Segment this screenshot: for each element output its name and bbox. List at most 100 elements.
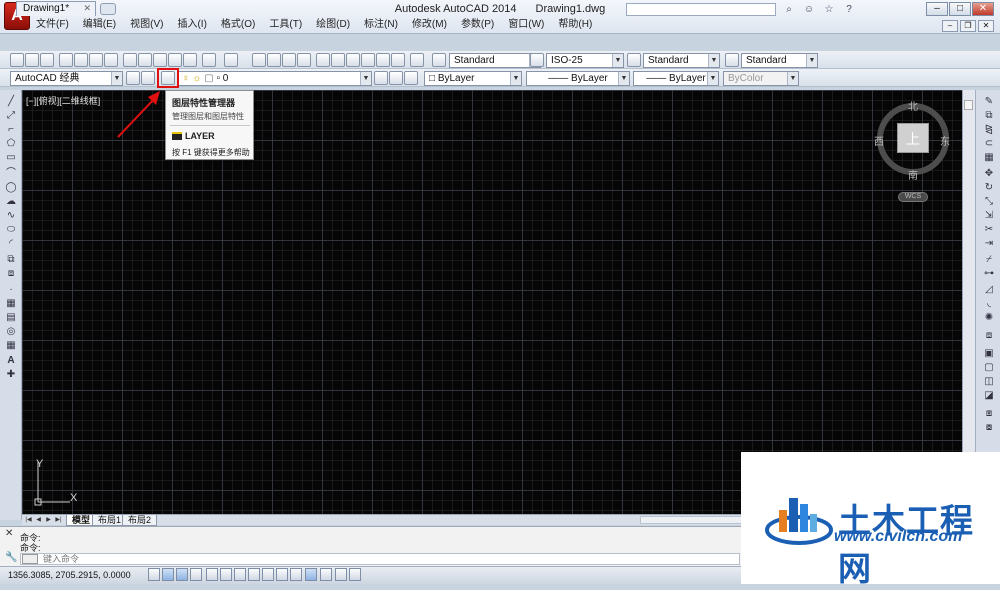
circle-icon[interactable]: ◯	[4, 182, 18, 194]
save-icon[interactable]	[40, 53, 54, 67]
layer-thaw-icon[interactable]: ☼	[192, 73, 201, 84]
explode-icon[interactable]: ✺	[982, 312, 996, 324]
menu-dimension[interactable]: 标注(N)	[364, 18, 398, 32]
doc-minimize-button[interactable]: –	[942, 20, 958, 32]
zoom-previous-icon[interactable]	[297, 53, 311, 67]
region-icon[interactable]: ◎	[4, 326, 18, 338]
otrack-toggle[interactable]	[248, 568, 260, 581]
tab-drawing1[interactable]: Drawing1* ✕	[16, 1, 96, 16]
send-back-icon[interactable]: ▢	[982, 362, 996, 374]
trim-icon[interactable]: ✂	[982, 224, 996, 236]
sheet-set-icon[interactable]	[361, 53, 375, 67]
layer-on-icon[interactable]: ♀	[182, 73, 190, 84]
mirror-icon[interactable]: ⧎	[982, 124, 996, 136]
wrench-icon[interactable]: 🔧	[5, 552, 17, 563]
break-icon[interactable]: ⌿	[982, 254, 996, 266]
ducs-toggle[interactable]	[262, 568, 274, 581]
close-button[interactable]: ✕	[972, 2, 994, 16]
fillet-icon[interactable]: ◟	[982, 298, 996, 310]
menu-tools[interactable]: 工具(T)	[269, 18, 302, 32]
user-icon[interactable]: ☺	[802, 3, 816, 16]
point-icon[interactable]: ·	[4, 284, 18, 296]
properties-icon[interactable]	[316, 53, 330, 67]
ellipse-icon[interactable]: ⬭	[4, 224, 18, 236]
text-style-icon[interactable]	[432, 53, 446, 67]
open-file-icon[interactable]	[25, 53, 39, 67]
search-icon[interactable]: ⌕	[782, 3, 796, 16]
tool-palettes-icon[interactable]	[346, 53, 360, 67]
3d-print-icon[interactable]	[104, 53, 118, 67]
redo-icon[interactable]	[224, 53, 238, 67]
extend-icon[interactable]: ⇥	[982, 238, 996, 250]
polar-toggle[interactable]	[206, 568, 218, 581]
command-close-icon[interactable]: ✕	[5, 528, 13, 539]
menu-insert[interactable]: 插入(I)	[177, 18, 206, 32]
customize-icon[interactable]	[141, 71, 155, 85]
grid-toggle[interactable]	[176, 568, 188, 581]
new-tab-button[interactable]	[100, 3, 116, 15]
menu-view[interactable]: 视图(V)	[130, 18, 163, 32]
recent-commands-icon[interactable]	[22, 554, 38, 564]
gradient-icon[interactable]: ▤	[4, 312, 18, 324]
undo-icon[interactable]	[202, 53, 216, 67]
doc-restore-button[interactable]: ❐	[960, 20, 976, 32]
dim-style-icon[interactable]	[530, 53, 544, 67]
line-icon[interactable]: ╱	[4, 96, 18, 108]
plot-icon[interactable]	[59, 53, 73, 67]
vertical-scrollbar[interactable]	[962, 90, 975, 514]
cursor-coordinates[interactable]: 1356.3085, 2705.2915, 0.0000	[8, 570, 131, 580]
multiline-text-icon[interactable]: A	[4, 355, 18, 367]
menu-file[interactable]: 文件(F)	[36, 18, 69, 32]
viewcube-south[interactable]: 南	[908, 167, 918, 182]
markup-icon[interactable]	[376, 53, 390, 67]
transparency-toggle[interactable]	[305, 568, 317, 581]
viewcube-top-face[interactable]: 上	[897, 123, 929, 153]
viewcube-west[interactable]: 西	[874, 133, 884, 148]
command-input[interactable]: 键入命令	[20, 553, 740, 565]
new-file-icon[interactable]	[10, 53, 24, 67]
wcs-menu[interactable]: WCS	[898, 192, 928, 202]
rotate-icon[interactable]: ↻	[982, 182, 996, 194]
join-icon[interactable]: ⊶	[982, 268, 996, 280]
table-style-icon[interactable]	[627, 53, 641, 67]
scale-icon[interactable]: ⤡	[982, 196, 996, 208]
polyline-icon[interactable]: ⌐	[4, 124, 18, 136]
design-center-icon[interactable]	[331, 53, 345, 67]
menu-edit[interactable]: 编辑(E)	[83, 18, 116, 32]
rectangle-icon[interactable]: ▭	[4, 152, 18, 164]
quickcalc-icon[interactable]	[391, 53, 405, 67]
chamfer-icon[interactable]: ◿	[982, 284, 996, 296]
color-combo[interactable]: □ ByLayer ▼	[424, 71, 522, 86]
menu-help[interactable]: 帮助(H)	[558, 18, 592, 32]
3dosnap-toggle[interactable]	[234, 568, 246, 581]
multileader-style-icon[interactable]	[725, 53, 739, 67]
table-icon[interactable]: ▦	[4, 340, 18, 352]
cut-icon[interactable]	[123, 53, 137, 67]
tab-layout2[interactable]: 布局2	[122, 515, 158, 526]
erase-icon[interactable]: ✎	[982, 96, 996, 108]
minimize-button[interactable]: –	[926, 2, 948, 16]
workspace-combo[interactable]: AutoCAD 经典 ▼	[10, 71, 123, 86]
polygon-icon[interactable]: ⬠	[4, 138, 18, 150]
maximize-button[interactable]: □	[949, 2, 971, 16]
viewport-controls[interactable]: [−][俯视][二维线框]	[26, 94, 100, 107]
array-icon[interactable]: ▦	[982, 152, 996, 164]
copy-icon[interactable]	[138, 53, 152, 67]
help-button-icon[interactable]	[410, 53, 424, 67]
ortho-toggle[interactable]	[190, 568, 202, 581]
doc-close-button[interactable]: ✕	[978, 20, 994, 32]
text-style-combo[interactable]: Standard▼	[449, 53, 541, 68]
menu-modify[interactable]: 修改(M)	[412, 18, 447, 32]
pan-icon[interactable]	[252, 53, 266, 67]
annotation-monitor-toggle[interactable]	[349, 568, 361, 581]
table-style-combo[interactable]: Standard ▼	[643, 53, 720, 68]
publish-icon[interactable]	[89, 53, 103, 67]
block-editor-icon[interactable]	[183, 53, 197, 67]
dim-style-combo[interactable]: ISO-25 ▼	[546, 53, 624, 68]
zoom-window-icon[interactable]	[282, 53, 296, 67]
plot-style-combo[interactable]: ByColor ▼	[723, 71, 799, 86]
menu-parameter[interactable]: 参数(P)	[461, 18, 494, 32]
quick-properties-toggle[interactable]	[320, 568, 332, 581]
copy-object-icon[interactable]: ⧉	[982, 110, 996, 122]
zoom-realtime-icon[interactable]	[267, 53, 281, 67]
